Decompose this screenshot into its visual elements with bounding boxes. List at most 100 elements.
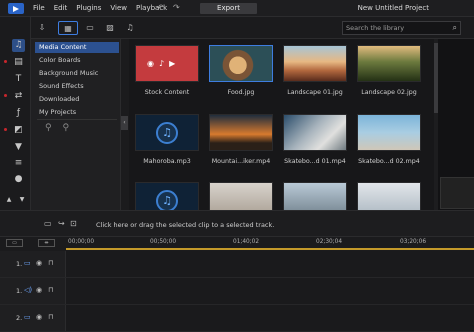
media-room-icon[interactable]: ♫ (12, 39, 25, 52)
transition-room-icon[interactable]: ⇄ (12, 90, 25, 103)
zoom-range-button[interactable]: ⇹ (38, 239, 55, 247)
particle-room-icon[interactable]: ▼ (12, 141, 25, 154)
redo-icon[interactable]: ↷ (173, 3, 180, 12)
library-item-label: Skatebo...d 01.mp4 (284, 158, 346, 165)
track-manager-icon[interactable]: ▭ (44, 219, 52, 228)
filter-all-icon[interactable]: ▦ (58, 21, 78, 35)
library-thumbnail-landscape-02[interactable] (357, 45, 421, 82)
search-input[interactable]: Search the library ⌕ (342, 21, 461, 35)
video-track-icon: ▭ (24, 313, 31, 321)
menu-view[interactable]: View (110, 4, 127, 12)
scroll-down-icon[interactable]: ▼ (17, 193, 27, 206)
track-number: 1. (16, 287, 23, 295)
library-item-label: Mountai...iker.mp4 (211, 158, 271, 165)
category-sound-effects[interactable]: Sound Effects (35, 81, 119, 92)
fit-icon[interactable]: ⊡ (70, 219, 77, 228)
filter-image-icon[interactable]: ▨ (103, 21, 117, 35)
timeline-scale-bar (66, 248, 474, 250)
timeline-hint: Click here or drag the selected clip to … (96, 221, 275, 229)
library-thumbnail-clip[interactable] (357, 182, 421, 210)
record-dot (4, 128, 7, 131)
preview-controls[interactable] (440, 177, 474, 209)
ruler-tick: 00;00;00 (68, 239, 95, 245)
camera-icon: ◉ (147, 59, 154, 68)
audio-mixing-icon[interactable]: ≡ (12, 157, 25, 170)
edit-tools-icon[interactable]: ↪ (58, 219, 65, 228)
menu-bar: File Edit Plugins View Playback (33, 4, 167, 12)
filter-video-icon[interactable]: ▭ (83, 21, 97, 35)
pip-room-icon[interactable]: ◩ (12, 124, 25, 137)
library-thumbnail-stock-content[interactable]: ◉ ♪ ▶ (135, 45, 199, 82)
eye-icon[interactable]: ◉ (36, 286, 42, 294)
video-track-1[interactable]: 1. ▭ ◉ ⊓ (0, 251, 474, 278)
menu-edit[interactable]: Edit (54, 4, 68, 12)
media-library: ◉ ♪ ▶ Stock Content Food.jpg Landscape 0… (129, 39, 434, 210)
scroll-up-icon[interactable]: ▲ (4, 193, 14, 206)
library-thumbnail-skateboard-01[interactable] (283, 114, 347, 151)
library-thumbnail-food[interactable] (209, 45, 273, 82)
app-logo (8, 3, 24, 14)
voice-record-icon[interactable]: ● (12, 173, 25, 186)
title-bar: File Edit Plugins View Playback ↶ ↷ Expo… (0, 0, 474, 17)
ruler-tick: 00;50;00 (150, 239, 177, 245)
track-header: 1. ▭ ◉ ⊓ (0, 251, 66, 277)
title-room-icon[interactable]: T (12, 73, 25, 86)
play-icon: ▶ (169, 59, 176, 68)
category-background-music[interactable]: Background Music (35, 68, 119, 79)
track-number: 2. (16, 314, 23, 322)
menu-file[interactable]: File (33, 4, 45, 12)
remove-tag-icon[interactable]: ⚲ (62, 123, 69, 133)
search-icon[interactable]: ⌕ (453, 22, 457, 34)
library-item-label: Stock Content (144, 89, 190, 96)
import-media-icon[interactable]: ⇩ (36, 21, 48, 35)
filter-audio-icon[interactable]: ♫ (123, 21, 137, 35)
fx-room-icon[interactable]: ▤ (12, 56, 25, 69)
search-placeholder: Search the library (346, 24, 405, 32)
tag-icons: ⚲ ⚲ (45, 123, 69, 133)
ruler-tick: 03;20;06 (400, 239, 427, 245)
lock-icon[interactable]: ⊓ (48, 259, 53, 267)
library-item-label: Landscape 01.jpg (287, 89, 343, 96)
library-item-label: Landscape 02.jpg (361, 89, 417, 96)
library-thumbnail-mountain-biker[interactable] (209, 114, 273, 151)
video-track-2[interactable]: 2. ▭ ◉ ⊓ (0, 305, 474, 332)
audio-track-1[interactable]: 1. ◁) ◉ ⊓ (0, 278, 474, 305)
timeline-tracks: 1. ▭ ◉ ⊓ 1. ◁) ◉ ⊓ 2. ▭ ◉ ⊓ (0, 251, 474, 332)
library-item-label: Mahoroba.mp3 (143, 158, 191, 165)
preview-panel (438, 39, 474, 210)
category-media-content[interactable]: Media Content (35, 42, 119, 53)
stock-content-icons: ◉ ♪ ▶ (147, 59, 175, 68)
library-item-label: Food.jpg (227, 89, 255, 96)
export-button[interactable]: Export (200, 3, 257, 14)
eye-icon[interactable]: ◉ (36, 259, 42, 267)
project-title: New Untitled Project (357, 4, 429, 12)
menu-plugins[interactable]: Plugins (76, 4, 101, 12)
library-thumbnail-clip[interactable] (283, 182, 347, 210)
lock-icon[interactable]: ⊓ (48, 313, 53, 321)
zoom-fit-button[interactable]: ▭ (6, 239, 23, 247)
lock-icon[interactable]: ⊓ (48, 286, 53, 294)
timeline-ruler[interactable]: ▭ ⇹ 00;00;00 00;50;00 01;40;02 02;30;04 … (0, 237, 474, 251)
library-thumbnail-skateboard-02[interactable] (357, 114, 421, 151)
timeline-toolbar: ▭ ↪ ⊡ Click here or drag the selected cl… (0, 210, 474, 237)
category-color-boards[interactable]: Color Boards (35, 55, 119, 66)
ruler-tick: 02;30;04 (316, 239, 343, 245)
library-thumbnail-audio[interactable]: ♫ (135, 182, 199, 210)
category-my-projects[interactable]: My Projects (35, 107, 119, 118)
effects-room-icon[interactable]: ƒ (12, 107, 25, 120)
category-panel: Media Content Color Boards Background Mu… (31, 39, 121, 210)
collapse-panel-button[interactable]: ‹ (121, 116, 128, 130)
record-dot (4, 60, 7, 63)
library-item-label: Skatebo...d 02.mp4 (358, 158, 420, 165)
category-downloaded[interactable]: Downloaded (35, 94, 119, 105)
room-toolbar-vertical: ♫ ▤ T ⇄ ƒ ◩ ▼ ≡ ● ▲ ▼ (0, 17, 31, 210)
library-thumbnail-mahoroba[interactable]: ♫ (135, 114, 199, 151)
add-tag-icon[interactable]: ⚲ (45, 123, 52, 133)
track-number: 1. (16, 260, 23, 268)
library-thumbnail-clip[interactable] (209, 182, 273, 210)
eye-icon[interactable]: ◉ (36, 313, 42, 321)
record-dot (4, 94, 7, 97)
ruler-tick: 01;40;02 (233, 239, 260, 245)
undo-icon[interactable]: ↶ (157, 3, 164, 12)
library-thumbnail-landscape-01[interactable] (283, 45, 347, 82)
